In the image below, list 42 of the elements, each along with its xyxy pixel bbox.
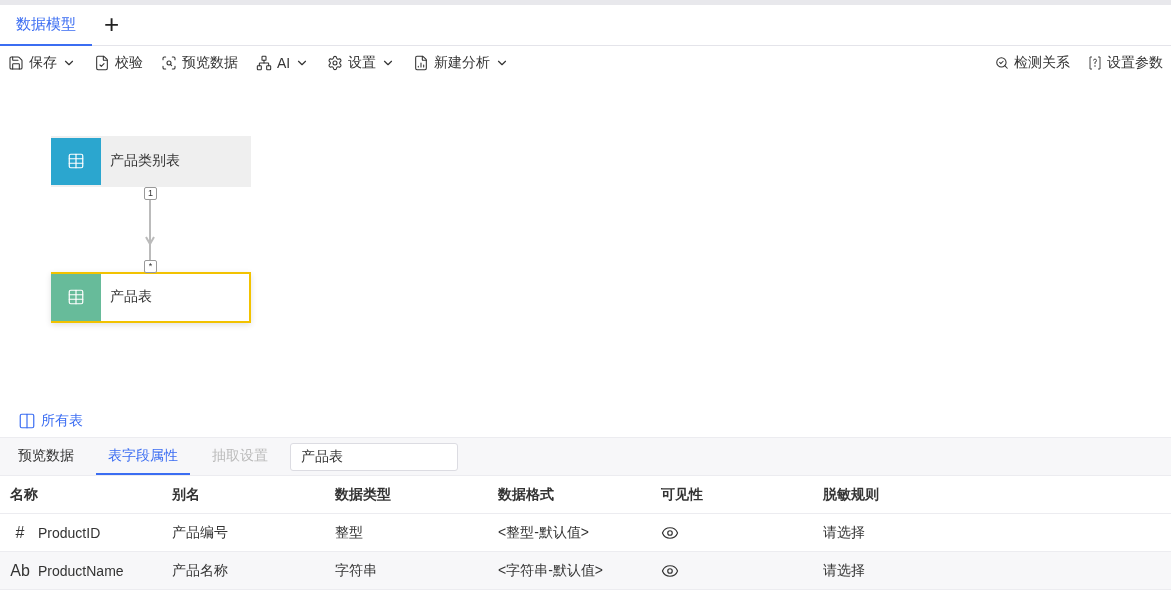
field-name: ProductID: [38, 524, 101, 541]
toolbar-button[interactable]: AI: [256, 54, 310, 71]
table-cell: 产品编号: [172, 523, 228, 542]
all-tables-link[interactable]: 所有表: [0, 405, 1171, 438]
network-icon: [256, 54, 272, 71]
help-bracket-icon: [1088, 55, 1102, 70]
table-node[interactable]: 产品类别表: [51, 135, 251, 187]
mask-rule-select[interactable]: 请选择: [823, 523, 865, 542]
table-node[interactable]: 产品表: [51, 271, 251, 323]
table-icon: [67, 152, 85, 171]
panel-tab[interactable]: 表字段属性: [96, 438, 190, 475]
node-label: 产品表: [109, 288, 152, 307]
table-icon: [67, 288, 85, 307]
mask-rule-select[interactable]: 请选择: [823, 561, 865, 580]
save-icon: [8, 54, 24, 71]
file-check-icon: [94, 54, 110, 71]
field-type-glyph: #: [14, 523, 26, 542]
toolbar-button[interactable]: 新建分析: [413, 53, 510, 72]
panels-icon: [18, 412, 36, 431]
search-icon: [995, 55, 1009, 70]
panel-tab[interactable]: 预览数据: [6, 438, 86, 475]
node-label: 产品类别表: [109, 152, 180, 171]
toolbar-button[interactable]: 检测关系: [995, 53, 1070, 72]
toolbar-button[interactable]: 设置参数: [1088, 53, 1163, 72]
table-select-field[interactable]: 产品表: [290, 442, 458, 471]
toolbar-button[interactable]: 设置: [327, 53, 396, 72]
cardinality-label: *: [144, 259, 157, 273]
table-cell: 字符串: [335, 561, 377, 580]
table-cell: 整型: [335, 523, 363, 542]
toolbar-button[interactable]: 预览数据: [161, 53, 238, 72]
field-type-glyph: Ab: [10, 561, 30, 580]
search-frame-icon: [161, 54, 177, 71]
tab[interactable]: 数据模型: [0, 5, 92, 46]
table-cell: <整型-默认值>: [498, 523, 589, 542]
field-name: ProductName: [38, 562, 124, 579]
toolbar-button[interactable]: 保存: [8, 53, 76, 72]
settings-icon: [327, 54, 344, 71]
table-cell: <字符串-默认值>: [498, 561, 603, 580]
add-tab-button[interactable]: +: [92, 5, 132, 45]
table-cell: 产品名称: [172, 561, 228, 580]
chart-file-icon: [413, 54, 430, 71]
toolbar-button[interactable]: 校验: [94, 53, 143, 72]
